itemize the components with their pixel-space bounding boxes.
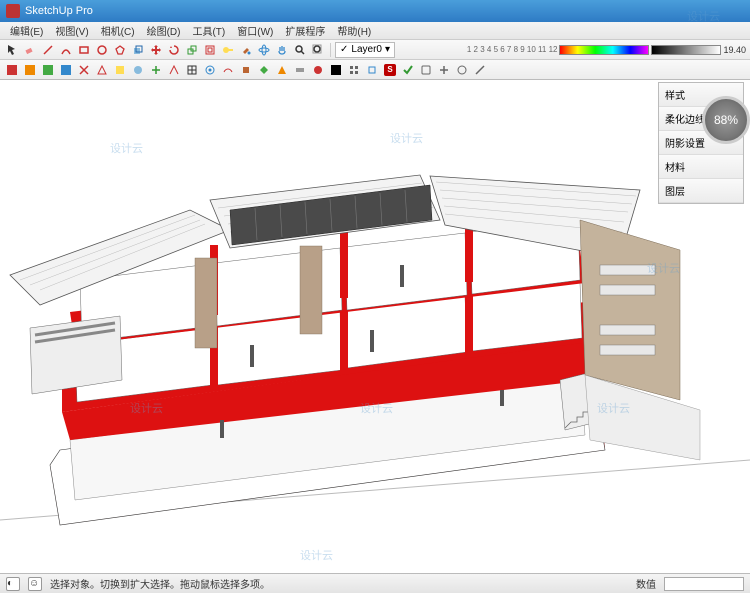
plugin-icon-11[interactable] — [184, 62, 200, 78]
grayscale-slider[interactable] — [651, 45, 721, 55]
plugin-icon-26[interactable] — [454, 62, 470, 78]
plugin-icon-18[interactable] — [310, 62, 326, 78]
plugin-icon-9[interactable] — [148, 62, 164, 78]
zoom-extents-tool[interactable] — [310, 42, 326, 58]
plugin-icon-17[interactable] — [292, 62, 308, 78]
tray-row-materials[interactable]: 材料 — [659, 155, 743, 179]
scale-tool[interactable] — [184, 42, 200, 58]
plugin-icon-7[interactable] — [112, 62, 128, 78]
menu-tools[interactable]: 工具(T) — [186, 23, 231, 38]
status-icon-user[interactable]: ☺ — [28, 577, 42, 591]
pan-tool[interactable] — [274, 42, 290, 58]
status-label-right: 数值 — [636, 576, 656, 591]
color-spectrum[interactable] — [559, 45, 649, 55]
menu-extensions[interactable]: 扩展程序 — [279, 23, 331, 38]
menu-help[interactable]: 帮助(H) — [331, 23, 377, 38]
circle-tool[interactable] — [94, 42, 110, 58]
offset-tool[interactable] — [202, 42, 218, 58]
move-tool[interactable] — [148, 42, 164, 58]
menu-camera[interactable]: 相机(C) — [95, 23, 141, 38]
progress-value: 88% — [714, 113, 738, 127]
chevron-down-icon: ▾ — [385, 44, 390, 55]
rectangle-tool[interactable] — [76, 42, 92, 58]
menubar: 编辑(E) 视图(V) 相机(C) 绘图(D) 工具(T) 窗口(W) 扩展程序… — [0, 22, 750, 40]
plugin-icon-23[interactable] — [400, 62, 416, 78]
toolbar-separator — [330, 43, 331, 57]
plugin-icon-25[interactable] — [436, 62, 452, 78]
pushpull-tool[interactable] — [130, 42, 146, 58]
plugin-icon-24[interactable] — [418, 62, 434, 78]
plugin-icon-13[interactable] — [220, 62, 236, 78]
tape-tool[interactable] — [220, 42, 236, 58]
select-tool[interactable] — [4, 42, 20, 58]
plugin-icon-12[interactable] — [202, 62, 218, 78]
line-tool[interactable] — [40, 42, 56, 58]
arc-tool[interactable] — [58, 42, 74, 58]
zoom-tool[interactable] — [292, 42, 308, 58]
rotate-tool[interactable] — [166, 42, 182, 58]
plugin-icon-16[interactable] — [274, 62, 290, 78]
toolbar-primary: ✓ Layer0 ▾ 1 2 3 4 5 6 7 8 9 10 11 12 19… — [0, 40, 750, 60]
app-title: SketchUp Pro — [25, 5, 93, 17]
paint-tool[interactable] — [238, 42, 254, 58]
viewport-3d[interactable] — [0, 80, 750, 573]
plugin-icon-27[interactable] — [472, 62, 488, 78]
plugin-icon-3[interactable] — [40, 62, 56, 78]
plugin-icon-5[interactable] — [76, 62, 92, 78]
toolbar-secondary: S — [0, 60, 750, 80]
model-drawing — [0, 80, 750, 573]
plugin-icon-10[interactable] — [166, 62, 182, 78]
spectrum-ticks: 1 2 3 4 5 6 7 8 9 10 11 12 — [467, 45, 558, 54]
titlebar: SketchUp Pro — [0, 0, 750, 22]
layer-name: Layer0 — [351, 44, 382, 55]
plugin-icon-sketchup[interactable]: S — [382, 62, 398, 78]
layer-selector[interactable]: ✓ Layer0 ▾ — [335, 42, 395, 58]
plugin-icon-2[interactable] — [22, 62, 38, 78]
eraser-tool[interactable] — [22, 42, 38, 58]
plugin-icon-15[interactable] — [256, 62, 272, 78]
status-hint: 选择对象。切换到扩大选择。拖动鼠标选择多项。 — [50, 576, 270, 591]
progress-ring: 88% — [702, 96, 750, 144]
layer-visible-check[interactable]: ✓ — [340, 44, 348, 55]
plugin-icon-8[interactable] — [130, 62, 146, 78]
orbit-tool[interactable] — [256, 42, 272, 58]
plugin-icon-20[interactable] — [346, 62, 362, 78]
plugin-icon-4[interactable] — [58, 62, 74, 78]
menu-view[interactable]: 视图(V) — [49, 23, 94, 38]
statusbar: ◐ ☺ 选择对象。切换到扩大选择。拖动鼠标选择多项。 数值 — [0, 573, 750, 593]
menu-window[interactable]: 窗口(W) — [231, 23, 279, 38]
polygon-tool[interactable] — [112, 42, 128, 58]
menu-edit[interactable]: 编辑(E) — [4, 23, 49, 38]
status-icon-info[interactable]: ◐ — [6, 577, 20, 591]
menu-draw[interactable]: 绘图(D) — [141, 23, 187, 38]
plugin-icon-1[interactable] — [4, 62, 20, 78]
plugin-icon-21[interactable] — [364, 62, 380, 78]
spectrum-value: 19.40 — [723, 45, 746, 55]
app-icon — [6, 4, 20, 18]
plugin-icon-6[interactable] — [94, 62, 110, 78]
measurement-input[interactable] — [664, 577, 744, 591]
plugin-icon-19[interactable] — [328, 62, 344, 78]
plugin-icon-14[interactable] — [238, 62, 254, 78]
tray-row-layers[interactable]: 图层 — [659, 179, 743, 203]
